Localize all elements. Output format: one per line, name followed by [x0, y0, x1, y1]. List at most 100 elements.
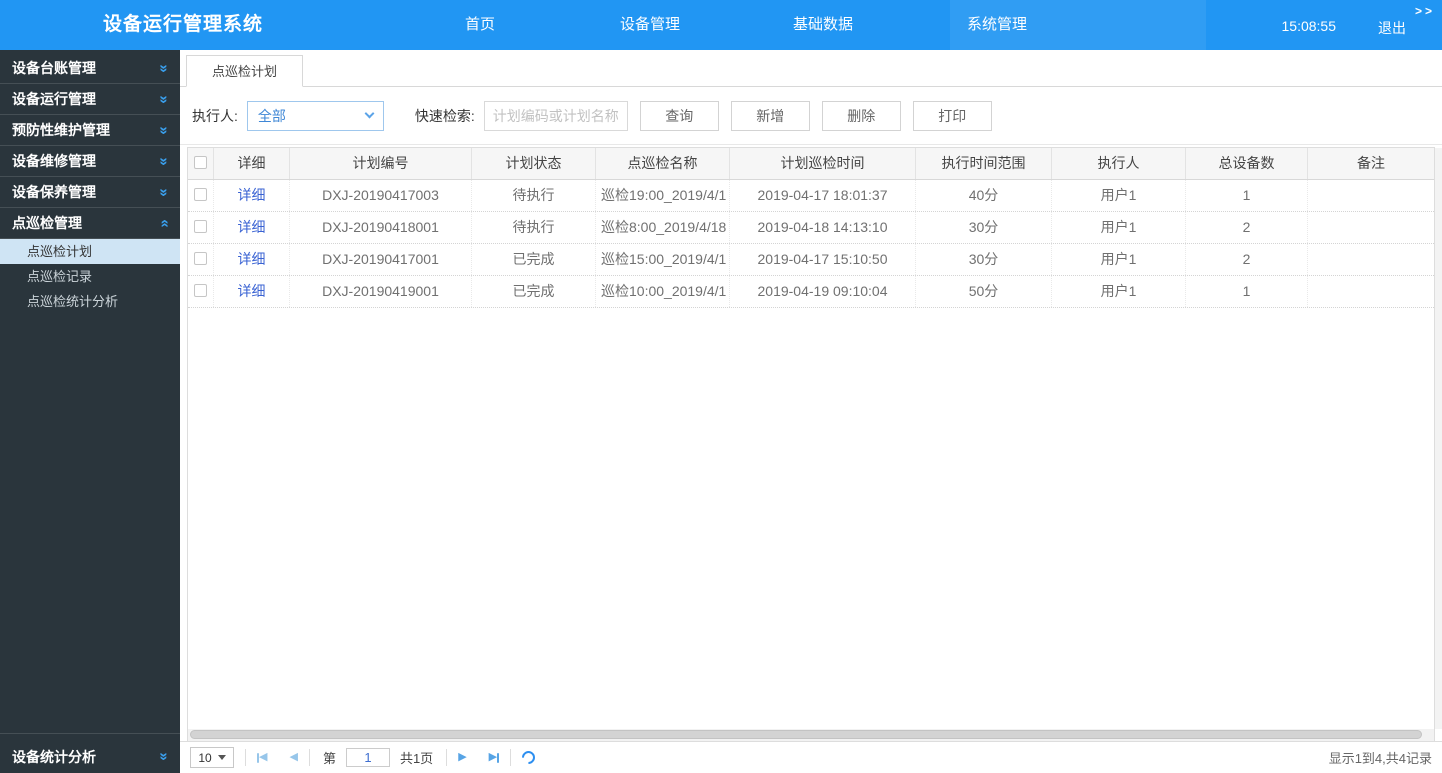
first-page-button[interactable]: ◀ [257, 752, 267, 763]
row-checkbox-cell [188, 244, 214, 275]
executor-select-value: 全部 [257, 107, 286, 124]
row-checkbox[interactable] [194, 220, 207, 234]
cell-name: 巡检15:00_2019/4/1 [596, 244, 730, 275]
detail-link[interactable]: 详细 [238, 219, 266, 235]
sidebar-group-label: 设备统计分析 [12, 748, 96, 765]
cell-range: 30分 [916, 212, 1052, 243]
cell-count: 1 [1186, 180, 1308, 211]
row-checkbox-cell [188, 276, 214, 307]
sidebar-group-label: 设备运行管理 [12, 91, 96, 107]
cell-remark [1308, 212, 1434, 243]
col-range: 执行时间范围 [916, 148, 1052, 179]
cell-status: 已完成 [472, 276, 596, 307]
cell-name: 巡检10:00_2019/4/1 [596, 276, 730, 307]
separator [510, 749, 512, 766]
cell-count: 2 [1186, 212, 1308, 243]
executor-select[interactable]: 全部 [246, 100, 384, 131]
col-plan-no: 计划编号 [290, 148, 472, 179]
col-remark: 备注 [1357, 155, 1385, 171]
row-detail-cell: 详细 [214, 244, 290, 275]
row-checkbox[interactable] [194, 252, 207, 266]
cell-remark [1308, 276, 1434, 307]
cell-plan-no: DXJ-20190417001 [290, 244, 472, 275]
refresh-icon[interactable] [519, 748, 538, 767]
search-label: 快速检索: [414, 107, 475, 124]
vertical-scrollbar[interactable] [1435, 148, 1442, 729]
cell-plan-no: DXJ-20190417003 [290, 180, 472, 211]
cell-name: 巡检8:00_2019/4/18 [596, 212, 730, 243]
sidebar-group-inspection[interactable]: 点巡检管理 » [0, 208, 180, 239]
sidebar: 设备台账管理 » 设备运行管理 » 预防性维护管理 » 设备维修管理 » 设备保… [0, 50, 180, 773]
scrollbar-thumb[interactable] [190, 730, 1422, 739]
table-body: 详细 DXJ-20190417003 待执行 巡检19:00_2019/4/1 … [188, 180, 1434, 308]
sidebar-group-label: 预防性维护管理 [12, 122, 110, 138]
page-size-select[interactable]: 10 [190, 747, 234, 768]
sidebar-group-operation[interactable]: 设备运行管理 » [0, 84, 180, 115]
sidebar-item-inspection-analysis[interactable]: 点巡检统计分析 [0, 289, 180, 314]
cell-status: 待执行 [472, 180, 596, 211]
sidebar-group-preventive[interactable]: 预防性维护管理 » [0, 115, 180, 146]
header-checkbox-cell [188, 148, 214, 179]
sidebar-group-label: 设备维修管理 [12, 153, 96, 169]
delete-button[interactable]: 删除 [821, 100, 901, 131]
page-size-value: 10 [198, 750, 212, 765]
select-all-checkbox[interactable] [194, 156, 207, 170]
sidebar-item-inspection-record[interactable]: 点巡检记录 [0, 264, 180, 289]
col-count: 总设备数 [1186, 148, 1308, 179]
row-checkbox-cell [188, 212, 214, 243]
cell-time: 2019-04-17 15:10:50 [730, 244, 916, 275]
main-content: 点巡检计划 执行人: 全部 快速检索: 查询 新增 删除 打印 详细 计划编号 … [180, 50, 1442, 773]
query-button[interactable]: 查询 [639, 100, 719, 131]
col-time: 计划巡检时间 [730, 148, 916, 179]
sidebar-group-repair[interactable]: 设备维修管理 » [0, 146, 180, 177]
row-detail-cell: 详细 [214, 180, 290, 211]
detail-link[interactable]: 详细 [238, 251, 266, 267]
cell-count: 1 [1186, 276, 1308, 307]
record-summary: 显示1到4,共4记录 [1328, 751, 1432, 766]
add-button[interactable]: 新增 [730, 100, 810, 131]
last-page-button[interactable]: ▶ [489, 752, 500, 763]
table-row: 详细 DXJ-20190418001 待执行 巡检8:00_2019/4/18 … [188, 212, 1434, 244]
cell-count: 2 [1186, 244, 1308, 275]
tab-inspection-plan[interactable]: 点巡检计划 [186, 55, 304, 87]
separator [245, 749, 246, 766]
cell-remark [1308, 180, 1434, 211]
chevron-down-icon [364, 108, 375, 119]
sidebar-group-label: 设备保养管理 [12, 184, 96, 200]
nav-item-base-data[interactable]: 基础数据 [793, 0, 853, 50]
logout-button[interactable]: 退出 [1378, 18, 1406, 38]
row-checkbox[interactable] [194, 188, 207, 202]
cell-executor: 用户1 [1052, 244, 1186, 275]
print-button[interactable]: 打印 [912, 100, 992, 131]
pagination-bar: 10 ◀ ◀ 第 共1页 ▶ ▶ 显示1到4,共4记录 [180, 741, 1442, 773]
collapse-icon[interactable]: >> [1415, 4, 1435, 18]
nav-item-home[interactable]: 首页 [465, 0, 495, 50]
row-checkbox[interactable] [194, 284, 207, 298]
nav-item-equipment[interactable]: 设备管理 [620, 0, 680, 50]
next-page-button[interactable]: ▶ [458, 752, 466, 763]
sidebar-item-inspection-plan[interactable]: 点巡检计划 [0, 239, 180, 264]
prev-page-button[interactable]: ◀ [289, 752, 297, 763]
sidebar-group-label: 设备台账管理 [12, 60, 96, 76]
nav-item-system[interactable]: 系统管理 [967, 0, 1027, 50]
detail-link[interactable]: 详细 [238, 187, 266, 203]
horizontal-scrollbar[interactable] [188, 729, 1434, 741]
total-pages-label: 共1页 [399, 751, 434, 766]
detail-link[interactable]: 详细 [238, 283, 266, 299]
page-number-input[interactable] [345, 748, 390, 767]
cell-time: 2019-04-19 09:10:04 [730, 276, 916, 307]
cell-status: 待执行 [472, 212, 596, 243]
sidebar-group-statistics[interactable]: 设备统计分析 » [0, 733, 180, 773]
cell-plan-no: DXJ-20190418001 [290, 212, 472, 243]
col-executor: 执行人 [1052, 148, 1186, 179]
sidebar-group-label: 点巡检管理 [12, 215, 82, 231]
cell-range: 30分 [916, 244, 1052, 275]
search-input[interactable] [483, 100, 628, 131]
col-detail: 详细 [214, 148, 290, 179]
sidebar-group-ledger[interactable]: 设备台账管理 » [0, 53, 180, 84]
triangle-down-icon [217, 755, 226, 760]
sidebar-group-maintenance[interactable]: 设备保养管理 » [0, 177, 180, 208]
cell-time: 2019-04-17 18:01:37 [730, 180, 916, 211]
cell-name: 巡检19:00_2019/4/1 [596, 180, 730, 211]
chevron-double-down-icon: » [155, 187, 173, 197]
